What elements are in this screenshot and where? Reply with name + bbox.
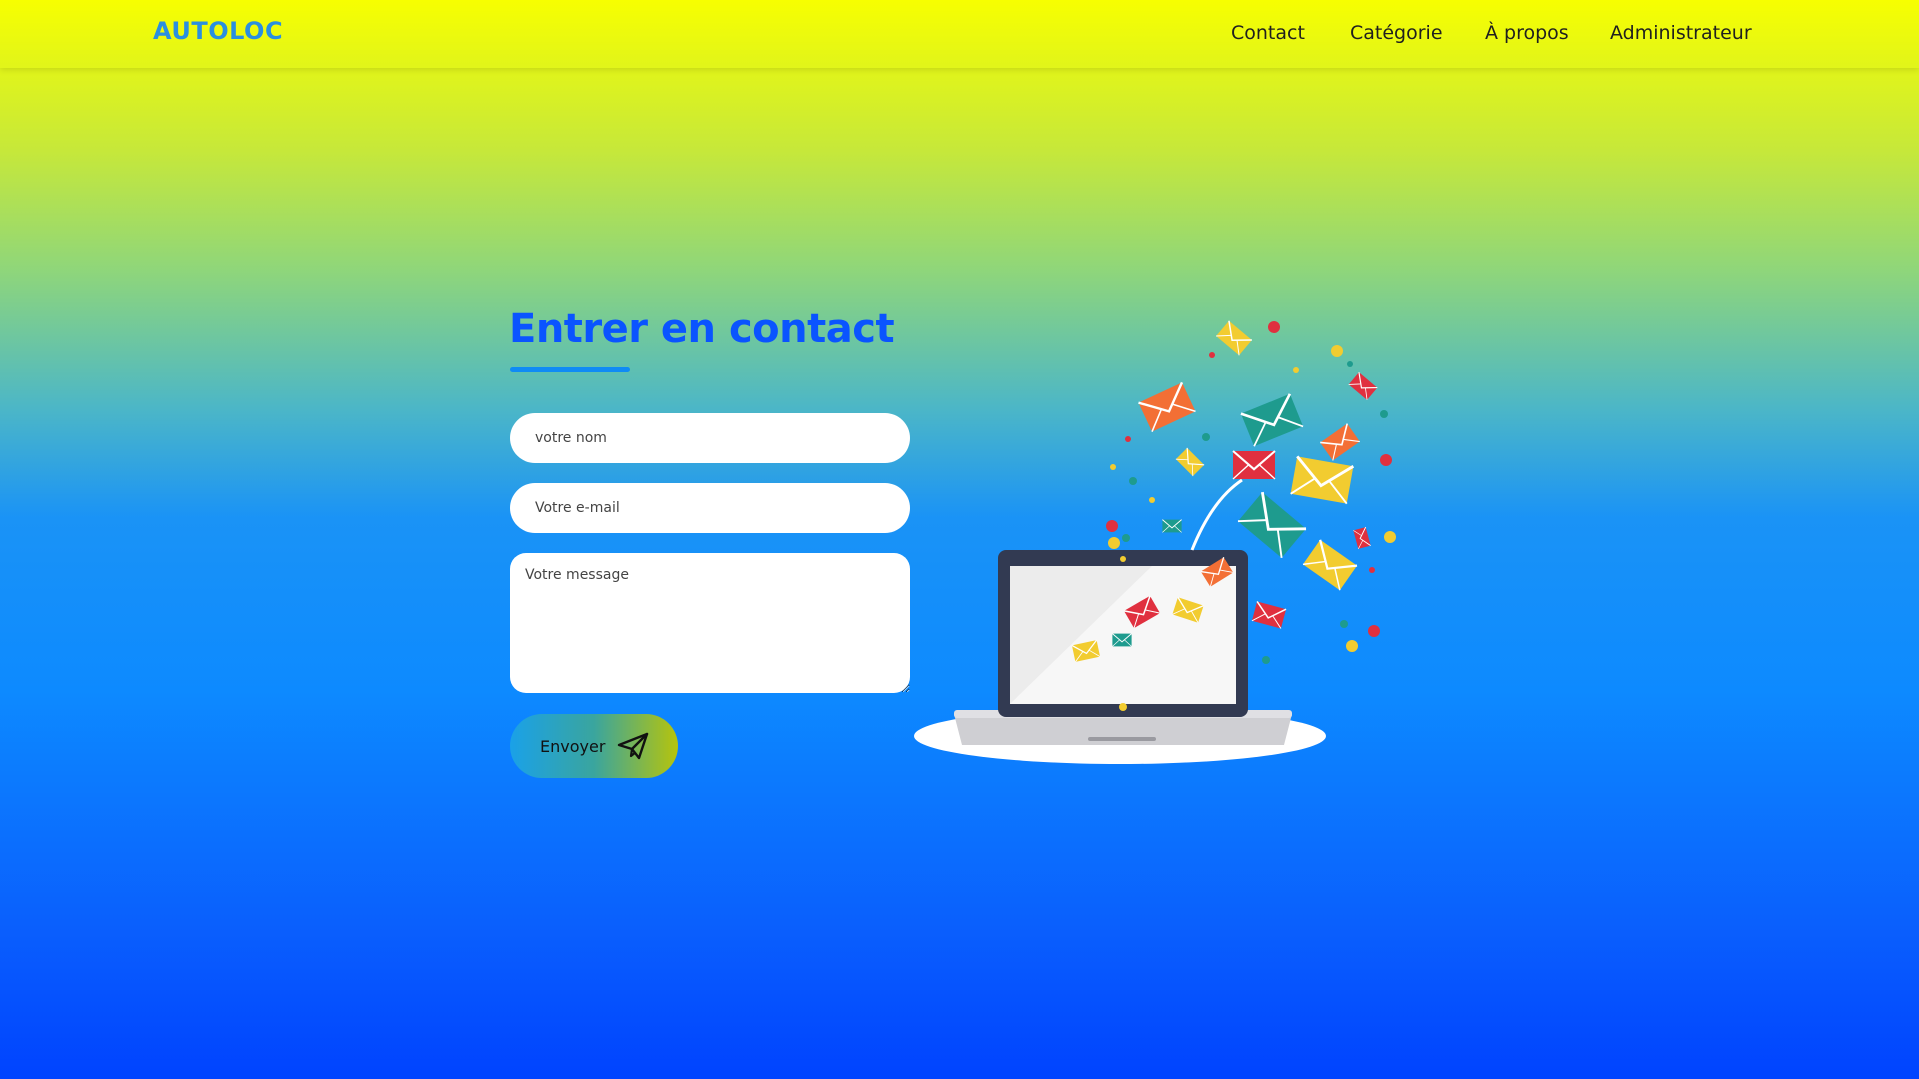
paper-plane-icon bbox=[617, 732, 649, 760]
send-button[interactable]: Envoyer bbox=[510, 714, 678, 778]
email-input[interactable] bbox=[510, 483, 910, 533]
name-input[interactable] bbox=[510, 413, 910, 463]
nav-link-a-propos[interactable]: À propos bbox=[1485, 22, 1569, 44]
nav-link-administrateur[interactable]: Administrateur bbox=[1610, 22, 1752, 44]
nav-link-contact[interactable]: Contact bbox=[1231, 22, 1305, 44]
site-logo[interactable]: AUTOLOC bbox=[153, 17, 283, 45]
message-textarea[interactable] bbox=[510, 553, 910, 693]
laptop-envelopes-illustration bbox=[912, 310, 1402, 770]
top-navbar: AUTOLOC Contact Catégorie À propos Admin… bbox=[0, 0, 1919, 68]
title-underline bbox=[510, 367, 630, 372]
send-button-label: Envoyer bbox=[540, 736, 606, 756]
contact-title: Entrer en contact bbox=[509, 306, 895, 352]
nav-link-categorie[interactable]: Catégorie bbox=[1350, 22, 1443, 44]
